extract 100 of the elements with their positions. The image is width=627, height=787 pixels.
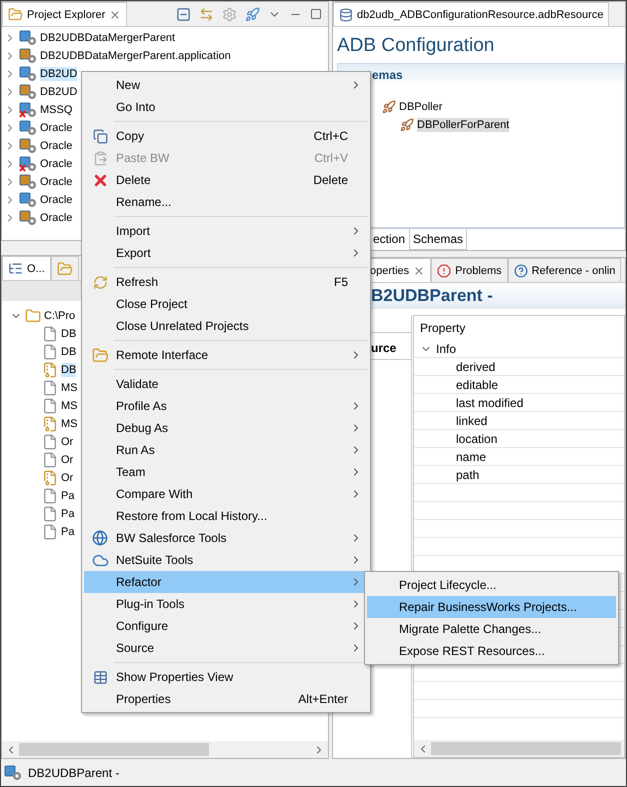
folder-icon bbox=[56, 260, 73, 276]
file-icon bbox=[42, 524, 58, 540]
close-icon[interactable] bbox=[413, 264, 426, 276]
menu-item[interactable]: Go Into bbox=[84, 96, 368, 118]
menu-item[interactable]: BW Salesforce Tools bbox=[84, 527, 368, 549]
file-icon bbox=[42, 434, 58, 450]
status-text: DB2UDBParent - bbox=[28, 766, 120, 780]
menu-item[interactable]: Configure bbox=[84, 615, 368, 637]
menu-item[interactable]: Rename... bbox=[84, 191, 368, 213]
database-icon bbox=[339, 8, 353, 22]
tree-item[interactable]: MS bbox=[61, 381, 78, 395]
tree-item[interactable]: Oracle bbox=[40, 139, 72, 153]
folder-icon bbox=[8, 7, 23, 22]
property-group[interactable]: Info bbox=[436, 342, 456, 356]
menu-item[interactable]: Plug-in Tools bbox=[84, 593, 368, 615]
menu-item[interactable]: Validate bbox=[84, 373, 368, 395]
tree-item[interactable]: Or bbox=[61, 435, 74, 449]
menu-item[interactable]: Show Properties View bbox=[84, 666, 368, 688]
file-icon bbox=[42, 452, 58, 468]
menu-item[interactable]: Run As bbox=[84, 439, 368, 461]
tree-item[interactable]: DB bbox=[61, 363, 76, 377]
property-name: location bbox=[456, 432, 498, 446]
menu-item[interactable]: Copy Ctrl+C bbox=[84, 125, 368, 147]
tree-item[interactable]: Oracle bbox=[40, 175, 72, 189]
project-icon bbox=[19, 102, 37, 118]
project-icon bbox=[19, 156, 37, 172]
outline-icon bbox=[8, 261, 23, 276]
menu-item[interactable]: Restore from Local History... bbox=[84, 505, 368, 527]
delete-icon bbox=[92, 172, 108, 188]
menu-item[interactable]: Compare With bbox=[84, 483, 368, 505]
section-header: emas bbox=[338, 64, 624, 86]
tree-item[interactable]: Oracle bbox=[40, 121, 72, 135]
tree-item[interactable]: Pa bbox=[61, 507, 74, 521]
project-icon bbox=[4, 764, 22, 780]
table-icon bbox=[92, 670, 108, 684]
tree-item[interactable]: Or bbox=[61, 471, 74, 485]
horizontal-scrollbar[interactable] bbox=[2, 741, 328, 758]
tree-item[interactable]: Pa bbox=[61, 489, 74, 503]
tree-item[interactable]: MS bbox=[61, 399, 78, 413]
paste-icon bbox=[92, 150, 108, 166]
tree-item[interactable]: DB2UD bbox=[40, 67, 78, 81]
gear-icon[interactable] bbox=[222, 6, 237, 22]
menu-item[interactable]: NetSuite Tools bbox=[84, 549, 368, 571]
folder-icon bbox=[92, 346, 108, 364]
property-name: path bbox=[456, 468, 480, 482]
file-icon bbox=[42, 380, 58, 396]
copy-icon bbox=[92, 128, 108, 144]
menu-item[interactable]: Import bbox=[84, 220, 368, 242]
archive-icon bbox=[42, 362, 58, 378]
project-icon bbox=[19, 192, 37, 208]
tree-item[interactable]: Oracle bbox=[40, 157, 72, 171]
property-name: name bbox=[456, 450, 486, 464]
help-icon bbox=[514, 264, 528, 278]
collapse-all-icon[interactable] bbox=[176, 6, 191, 22]
menu-item[interactable]: Properties Alt+Enter bbox=[84, 688, 368, 710]
tree-item[interactable]: MSSQ bbox=[40, 103, 72, 117]
view-tab[interactable]: Problems bbox=[431, 258, 508, 282]
property-name: derived bbox=[456, 360, 496, 374]
close-icon[interactable] bbox=[109, 8, 122, 20]
tree-item[interactable]: DB2UDBDataMergerParent.application bbox=[40, 49, 231, 63]
tree-item[interactable]: C:\Pro bbox=[44, 309, 76, 323]
horizontal-scrollbar[interactable] bbox=[414, 740, 624, 757]
view-tab[interactable]: Reference - onlin bbox=[508, 258, 622, 282]
editor-tab[interactable]: db2udb_ADBConfigurationResource.adbResource bbox=[333, 2, 610, 26]
tree-item[interactable]: DB bbox=[61, 345, 76, 359]
rocket-icon[interactable] bbox=[245, 6, 260, 22]
file-icon bbox=[42, 506, 58, 522]
menu-item[interactable]: Team bbox=[84, 461, 368, 483]
tree-item[interactable]: Oracle bbox=[40, 193, 72, 207]
project-icon bbox=[19, 30, 37, 46]
tree-item[interactable]: DB2UD bbox=[40, 85, 78, 99]
tree-item[interactable]: DB bbox=[61, 327, 76, 341]
menu-item[interactable]: Profile As bbox=[84, 395, 368, 417]
tree-item[interactable]: Or bbox=[61, 453, 74, 467]
tree-item[interactable]: Pa bbox=[61, 525, 74, 539]
tree-item[interactable]: Oracle bbox=[40, 211, 72, 225]
file-icon bbox=[42, 488, 58, 504]
file-icon bbox=[42, 326, 58, 342]
editor-heading: ADB Configuration bbox=[336, 34, 496, 58]
tree-item[interactable]: DB2UDBDataMergerParent bbox=[40, 31, 176, 45]
tree-item[interactable]: MS bbox=[61, 417, 78, 431]
menu-item[interactable]: Debug As bbox=[84, 417, 368, 439]
maximize-icon[interactable] bbox=[310, 8, 322, 20]
view-tab[interactable]: O... bbox=[2, 256, 51, 280]
menu-item[interactable]: Migrate Palette Changes... bbox=[367, 618, 616, 640]
editor-page-tab[interactable]: Schemas bbox=[409, 229, 468, 250]
view-tab[interactable] bbox=[50, 256, 79, 280]
project-icon bbox=[19, 66, 37, 82]
project-icon bbox=[19, 174, 37, 190]
menu-item[interactable]: Repair BusinessWorks Projects... bbox=[367, 596, 616, 618]
tree-item[interactable]: DBPollerForParent bbox=[417, 118, 510, 132]
menu-item[interactable]: Project Lifecycle... bbox=[367, 574, 616, 596]
tree-item[interactable]: DBPoller bbox=[399, 100, 442, 114]
problems-icon bbox=[437, 264, 452, 278]
editor-page-tab[interactable]: ection bbox=[369, 229, 410, 250]
view-tab[interactable]: Project Explorer bbox=[2, 2, 128, 26]
file-icon bbox=[42, 344, 58, 360]
menu-item[interactable]: Expose REST Resources... bbox=[367, 640, 616, 662]
menu-item[interactable]: Source bbox=[84, 637, 368, 659]
menu-item[interactable]: Delete Delete bbox=[84, 169, 368, 191]
